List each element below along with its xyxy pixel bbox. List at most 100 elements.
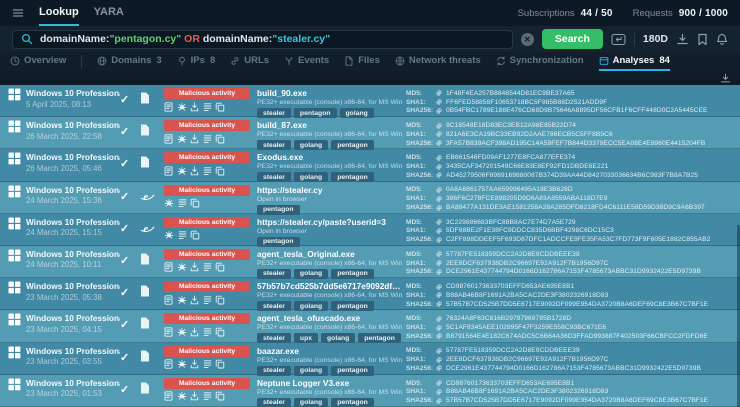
- tag-chip[interactable]: pentagon: [331, 172, 374, 182]
- action-copy-icon[interactable]: [215, 327, 225, 337]
- copy-hash-icon[interactable]: [435, 379, 443, 387]
- copy-hash-icon[interactable]: [435, 250, 443, 258]
- tag-chip[interactable]: pentagon: [331, 269, 374, 279]
- copy-hash-icon[interactable]: [435, 283, 443, 291]
- copy-hash-icon[interactable]: [435, 388, 443, 396]
- copy-hash-icon[interactable]: [435, 204, 443, 212]
- verdict-badge[interactable]: Malicious activity: [164, 346, 250, 357]
- artifact-name[interactable]: build_87.exe: [257, 120, 402, 130]
- action-list-icon[interactable]: [178, 198, 187, 208]
- copy-hash-icon[interactable]: [435, 236, 443, 244]
- action-report-icon[interactable]: [164, 262, 173, 272]
- menu-icon[interactable]: [12, 7, 24, 19]
- action-list-icon[interactable]: [203, 295, 212, 305]
- action-copy-icon[interactable]: [215, 359, 225, 369]
- tag-chip[interactable]: stealer: [257, 140, 291, 150]
- action-list-icon[interactable]: [203, 327, 212, 337]
- action-list-icon[interactable]: [203, 102, 212, 112]
- action-copy-icon[interactable]: [215, 102, 225, 112]
- action-report-icon[interactable]: [164, 391, 173, 401]
- action-copy-icon[interactable]: [215, 295, 225, 305]
- export-results-icon[interactable]: [720, 73, 731, 84]
- tag-chip[interactable]: pentagon: [257, 205, 300, 215]
- analysis-row[interactable]: Windows 10 Professional 64bit24 March 20…: [0, 182, 740, 214]
- action-copy-icon[interactable]: [190, 198, 200, 208]
- action-list-icon[interactable]: [203, 134, 212, 144]
- action-report-icon[interactable]: [164, 359, 173, 369]
- action-bug-icon[interactable]: [177, 295, 187, 305]
- tag-chip[interactable]: golang: [294, 140, 328, 150]
- verdict-badge[interactable]: Malicious activity: [164, 378, 250, 389]
- copy-hash-icon[interactable]: [435, 218, 443, 226]
- tag-chip[interactable]: golang: [294, 172, 328, 182]
- action-download-icon[interactable]: [190, 134, 199, 144]
- search-query[interactable]: domainName:"pentagon.cy" OR domainName:"…: [40, 33, 330, 45]
- tag-chip[interactable]: stealer: [257, 366, 291, 376]
- notifications-bell-icon[interactable]: [716, 33, 728, 46]
- search-input[interactable]: domainName:"pentagon.cy" OR domainName:"…: [12, 30, 513, 49]
- tag-chip[interactable]: pentagon: [331, 140, 374, 150]
- verdict-badge[interactable]: Malicious activity: [164, 185, 250, 196]
- action-report-icon[interactable]: [164, 295, 173, 305]
- artifact-name[interactable]: 57b57b7cd525b7dd5e6717e9092df099e954da37…: [257, 281, 402, 291]
- tag-chip[interactable]: golang: [294, 366, 328, 376]
- tab-overview[interactable]: Overview: [10, 52, 66, 71]
- tag-chip[interactable]: pentagon: [331, 366, 374, 376]
- analysis-row[interactable]: Windows 10 Professional 64bit5 April 202…: [0, 85, 740, 117]
- action-download-icon[interactable]: [190, 102, 199, 112]
- tag-chip[interactable]: golang: [321, 333, 355, 343]
- action-bug-icon[interactable]: [177, 327, 187, 337]
- verdict-badge[interactable]: Malicious activity: [164, 88, 250, 99]
- tag-chip[interactable]: stealer: [257, 108, 291, 118]
- copy-hash-icon[interactable]: [435, 324, 443, 332]
- action-list-icon[interactable]: [203, 359, 212, 369]
- tag-chip[interactable]: stealer: [257, 301, 291, 311]
- action-report-icon[interactable]: [164, 166, 173, 176]
- tab-lookup[interactable]: Lookup: [39, 0, 79, 26]
- copy-hash-icon[interactable]: [435, 315, 443, 323]
- copy-hash-icon[interactable]: [435, 259, 443, 267]
- tag-chip[interactable]: pentagon: [294, 108, 337, 118]
- action-copy-icon[interactable]: [215, 134, 225, 144]
- action-list-icon[interactable]: [203, 262, 212, 272]
- action-download-icon[interactable]: [190, 166, 199, 176]
- artifact-name[interactable]: Exodus.exe: [257, 152, 402, 162]
- copy-hash-icon[interactable]: [435, 291, 443, 299]
- analysis-row[interactable]: Windows 10 Professional 64bit23 March 20…: [0, 375, 740, 407]
- action-copy-icon[interactable]: [190, 230, 200, 240]
- action-bug-icon[interactable]: [164, 230, 174, 240]
- copy-hash-icon[interactable]: [435, 195, 443, 203]
- action-download-icon[interactable]: [190, 327, 199, 337]
- copy-hash-icon[interactable]: [435, 107, 443, 115]
- action-download-icon[interactable]: [190, 359, 199, 369]
- artifact-name[interactable]: Neptune Logger V3.exe: [257, 378, 402, 388]
- tab-network-threats[interactable]: Network threats: [395, 52, 481, 71]
- tag-chip[interactable]: golang: [294, 269, 328, 279]
- artifact-name[interactable]: build_90.exe: [257, 88, 402, 98]
- action-copy-icon[interactable]: [215, 166, 225, 176]
- copy-hash-icon[interactable]: [435, 397, 443, 405]
- tab-ips[interactable]: IPs8: [177, 52, 216, 71]
- tab-events[interactable]: Events: [284, 52, 329, 71]
- action-bug-icon[interactable]: [177, 262, 187, 272]
- search-button[interactable]: Search: [542, 29, 603, 49]
- action-bug-icon[interactable]: [177, 391, 187, 401]
- tag-chip[interactable]: golang: [294, 301, 328, 311]
- copy-hash-icon[interactable]: [435, 98, 443, 106]
- action-copy-icon[interactable]: [215, 262, 225, 272]
- verdict-badge[interactable]: Malicious activity: [164, 249, 250, 260]
- clear-search-icon[interactable]: ✕: [521, 33, 534, 46]
- analysis-row[interactable]: Windows 10 Professional 64bit24 March 20…: [0, 246, 740, 278]
- tab-synchronization[interactable]: Synchronization: [496, 52, 584, 71]
- tag-chip[interactable]: pentagon: [257, 237, 300, 247]
- action-list-icon[interactable]: [203, 166, 212, 176]
- copy-hash-icon[interactable]: [435, 130, 443, 138]
- copy-hash-icon[interactable]: [435, 122, 443, 130]
- copy-hash-icon[interactable]: [435, 139, 443, 147]
- copy-hash-icon[interactable]: [435, 89, 443, 97]
- tag-chip[interactable]: stealer: [257, 269, 291, 279]
- tag-chip[interactable]: golang: [294, 398, 328, 407]
- artifact-name[interactable]: agent_tesla_ofuscado.exe: [257, 313, 402, 323]
- bookmark-icon[interactable]: [697, 33, 708, 46]
- tab-analyses[interactable]: Analyses84: [599, 52, 670, 71]
